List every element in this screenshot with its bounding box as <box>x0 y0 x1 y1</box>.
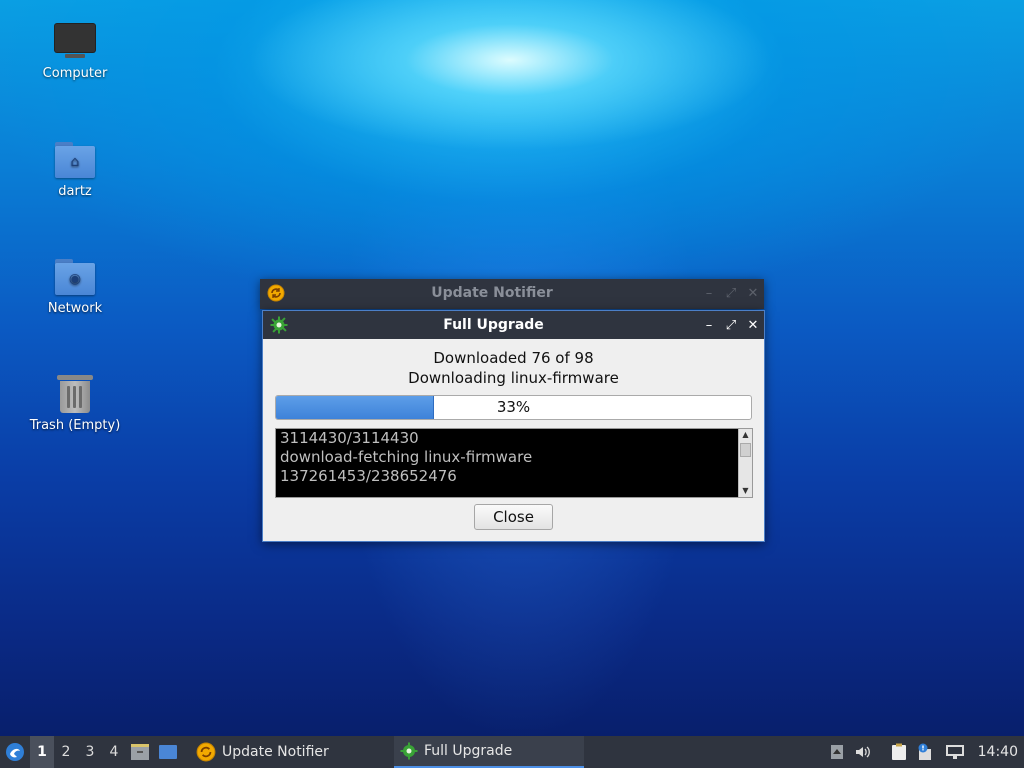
desktop-icon-trash[interactable]: Trash (Empty) <box>10 372 140 433</box>
show-desktop-icon <box>159 745 177 759</box>
desktop-icon-network[interactable]: ◉ Network <box>10 257 140 316</box>
file-manager-icon <box>131 744 149 760</box>
log-line: download-fetching linux-firmware <box>280 448 533 466</box>
desktop-switch-2[interactable]: 2 <box>54 736 78 768</box>
scroll-down-icon[interactable]: ▼ <box>739 485 752 497</box>
network-wired-icon <box>945 745 964 759</box>
update-notifier-icon <box>196 742 216 762</box>
computer-icon <box>53 22 97 62</box>
log-output[interactable]: 3114430/3114430 download-fetching linux-f… <box>275 428 753 498</box>
desktop-icon-label: Network <box>47 301 103 316</box>
desktop-switch-3[interactable]: 3 <box>78 736 102 768</box>
log-scrollbar[interactable]: ▲ ▼ <box>738 429 752 497</box>
clipboard-icon <box>891 743 906 760</box>
progress-label: 33% <box>496 398 531 416</box>
clipboard-button[interactable] <box>886 736 912 768</box>
desktop-icon-label: Computer <box>42 66 108 81</box>
download-status: Downloaded 76 of 98 <box>433 349 594 367</box>
file-manager-launcher[interactable] <box>126 736 154 768</box>
minimize-button[interactable]: – <box>698 318 720 333</box>
update-alert-icon <box>918 743 931 760</box>
update-notifier-titlebar[interactable]: Update Notifier – ⤢ ✕ <box>260 279 764 307</box>
close-window-button[interactable]: ✕ <box>742 318 764 333</box>
taskbar-item-label: Update Notifier <box>222 744 329 760</box>
desktop-icon-computer[interactable]: Computer <box>10 22 140 81</box>
taskbar-item-label: Full Upgrade <box>424 743 513 759</box>
network-folder-icon: ◉ <box>53 257 97 297</box>
download-progress-bar: 33% <box>275 395 752 420</box>
gear-icon <box>400 742 418 760</box>
volume-icon <box>855 746 870 758</box>
desktop-icon-home[interactable]: ⌂ dartz <box>10 140 140 199</box>
tray-expand-icon <box>830 745 843 759</box>
close-button[interactable]: Close <box>474 504 553 530</box>
maximize-button[interactable]: ⤢ <box>720 318 742 333</box>
app-menu-button[interactable] <box>0 736 30 768</box>
desktop-switch-1[interactable]: 1 <box>30 736 54 768</box>
desktop-icon-label: dartz <box>58 184 92 199</box>
minimize-button[interactable]: – <box>698 286 720 301</box>
desktop-switch-4[interactable]: 4 <box>102 736 126 768</box>
log-line: 137261453/238652476 <box>280 467 457 485</box>
update-alert-button[interactable] <box>912 736 938 768</box>
scroll-thumb[interactable] <box>740 443 751 457</box>
maximize-button[interactable]: ⤢ <box>720 286 742 301</box>
trash-icon <box>55 372 95 414</box>
full-upgrade-titlebar[interactable]: Full Upgrade – ⤢ ✕ <box>263 311 764 339</box>
log-lines: 3114430/3114430 download-fetching linux-f… <box>280 429 736 486</box>
update-notifier-icon <box>266 283 286 303</box>
close-window-button[interactable]: ✕ <box>742 286 764 301</box>
gear-icon <box>269 315 289 335</box>
current-package: Downloading linux-firmware <box>408 369 619 387</box>
taskbar: 1 2 3 4 Update Notifier Full Upgrade 14:… <box>0 736 1024 768</box>
window-title: Update Notifier <box>431 285 553 301</box>
log-line: 3114430/3114430 <box>280 429 419 447</box>
home-folder-icon: ⌂ <box>53 140 97 180</box>
desktop-icon-label: Trash (Empty) <box>29 418 121 433</box>
volume-button[interactable] <box>850 736 876 768</box>
taskbar-item-full-upgrade[interactable]: Full Upgrade <box>394 736 584 768</box>
network-tray-button[interactable] <box>942 736 968 768</box>
clock[interactable]: 14:40 <box>978 736 1018 768</box>
show-desktop-button[interactable] <box>154 736 182 768</box>
window-title: Full Upgrade <box>443 317 544 333</box>
full-upgrade-window[interactable]: Full Upgrade – ⤢ ✕ Downloaded 76 of 98 D… <box>262 310 765 542</box>
update-notifier-window[interactable]: Update Notifier – ⤢ ✕ <box>260 279 764 309</box>
lxqt-menu-icon <box>6 743 24 761</box>
taskbar-item-update-notifier[interactable]: Update Notifier <box>190 736 386 768</box>
scroll-up-icon[interactable]: ▲ <box>739 429 752 441</box>
tray-arrow-button[interactable] <box>824 736 850 768</box>
